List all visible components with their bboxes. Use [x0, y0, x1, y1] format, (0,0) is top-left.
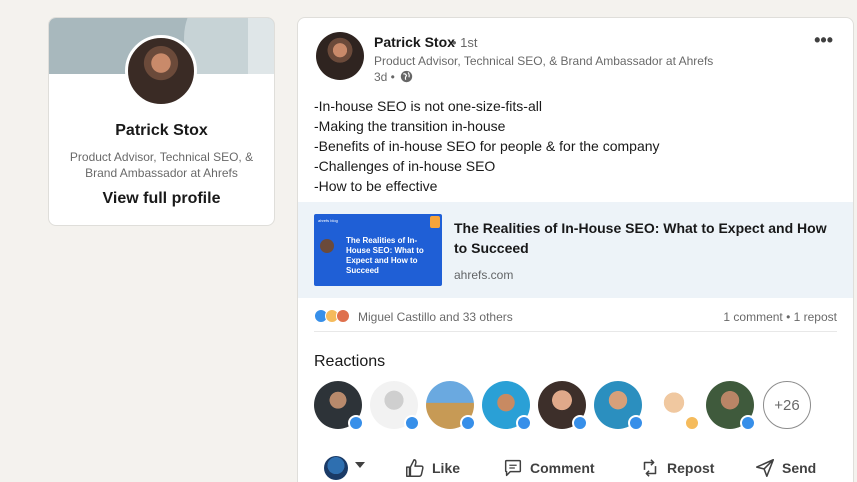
comment-label: Comment — [530, 460, 595, 476]
actor-avatar[interactable] — [324, 456, 348, 480]
reactor-avatar[interactable] — [370, 381, 420, 431]
repost-button[interactable]: Repost — [639, 452, 714, 482]
chevron-down-icon[interactable] — [355, 462, 365, 468]
comment-icon — [504, 459, 522, 477]
reactor-avatar[interactable] — [426, 381, 476, 431]
author-name[interactable]: Patrick Stox — [374, 34, 455, 50]
banner-decoration — [248, 18, 274, 74]
profile-headline: Product Advisor, Technical SEO, & Brand … — [69, 150, 254, 180]
insightful-badge-icon — [684, 415, 700, 431]
post-text-line: -Benefits of in-house SEO for people & f… — [314, 138, 660, 154]
reactor-avatar[interactable] — [706, 381, 756, 431]
like-badge-icon — [628, 415, 644, 431]
link-preview[interactable]: ahrefs blog The Realities of In-House SE… — [298, 202, 853, 298]
view-full-profile-link[interactable]: View full profile — [49, 190, 274, 208]
like-badge-icon — [740, 415, 756, 431]
link-domain: ahrefs.com — [454, 268, 514, 282]
like-button[interactable]: Like — [404, 452, 460, 482]
thumbnail-brand: ahrefs blog — [318, 218, 338, 223]
reactor-avatar[interactable] — [482, 381, 532, 431]
thumbnail-title: The Realities of In-House SEO: What to E… — [346, 236, 424, 275]
post-time: 3d • — [374, 70, 395, 84]
thumbs-up-icon — [406, 459, 424, 477]
author-headline: Product Advisor, Technical SEO, & Brand … — [374, 54, 714, 68]
globe-icon — [400, 70, 413, 83]
like-badge-icon — [516, 415, 532, 431]
send-button[interactable]: Send — [754, 452, 816, 482]
like-badge-icon — [460, 415, 476, 431]
reactor-avatar[interactable] — [314, 381, 364, 431]
post-card: Patrick Stox • 1st Product Advisor, Tech… — [297, 17, 854, 482]
link-title[interactable]: The Realities of In-House SEO: What to E… — [454, 218, 839, 258]
reactions-heading: Reactions — [314, 353, 386, 370]
send-icon — [755, 458, 775, 478]
reaction-summary-icons[interactable] — [314, 308, 356, 326]
post-text: -In-house SEO is not one-size-fits-all -… — [314, 96, 660, 196]
like-badge-icon — [404, 415, 420, 431]
post-text-line: -Challenges of in-house SEO — [314, 158, 496, 174]
reactor-avatar[interactable] — [594, 381, 644, 431]
send-label: Send — [782, 460, 817, 476]
comment-button[interactable]: Comment — [502, 452, 595, 482]
social-counts: Miguel Castillo and 33 others 1 comment … — [314, 308, 837, 332]
post-text-line: -How to be effective — [314, 178, 438, 194]
comment-repost-counts[interactable]: 1 comment • 1 repost — [723, 310, 837, 324]
post-text-line: -Making the transition in-house — [314, 118, 506, 134]
profile-name[interactable]: Patrick Stox — [49, 122, 274, 140]
reactor-avatar[interactable] — [538, 381, 588, 431]
thumbnail-author-avatar — [320, 239, 334, 253]
more-reactors-button[interactable]: +26 — [763, 381, 811, 429]
author-avatar[interactable] — [316, 32, 364, 80]
reactor-avatar[interactable] — [650, 381, 700, 431]
action-bar: Like Comment Repost Send — [298, 448, 853, 482]
more-options-icon[interactable]: ••• — [814, 30, 833, 51]
profile-avatar[interactable] — [125, 35, 197, 107]
link-thumbnail[interactable]: ahrefs blog The Realities of In-House SE… — [314, 214, 442, 286]
love-reaction-icon — [336, 309, 350, 323]
thumbnail-badge-icon — [430, 216, 440, 228]
like-badge-icon — [348, 415, 364, 431]
like-label: Like — [432, 460, 461, 476]
post-text-line: -In-house SEO is not one-size-fits-all — [314, 98, 542, 114]
repost-icon — [643, 459, 657, 477]
repost-label: Repost — [667, 460, 715, 476]
reactors-summary[interactable]: Miguel Castillo and 33 others — [358, 310, 513, 324]
profile-card: Patrick Stox Product Advisor, Technical … — [48, 17, 275, 226]
like-badge-icon — [572, 415, 588, 431]
connection-degree: • 1st — [452, 35, 478, 50]
